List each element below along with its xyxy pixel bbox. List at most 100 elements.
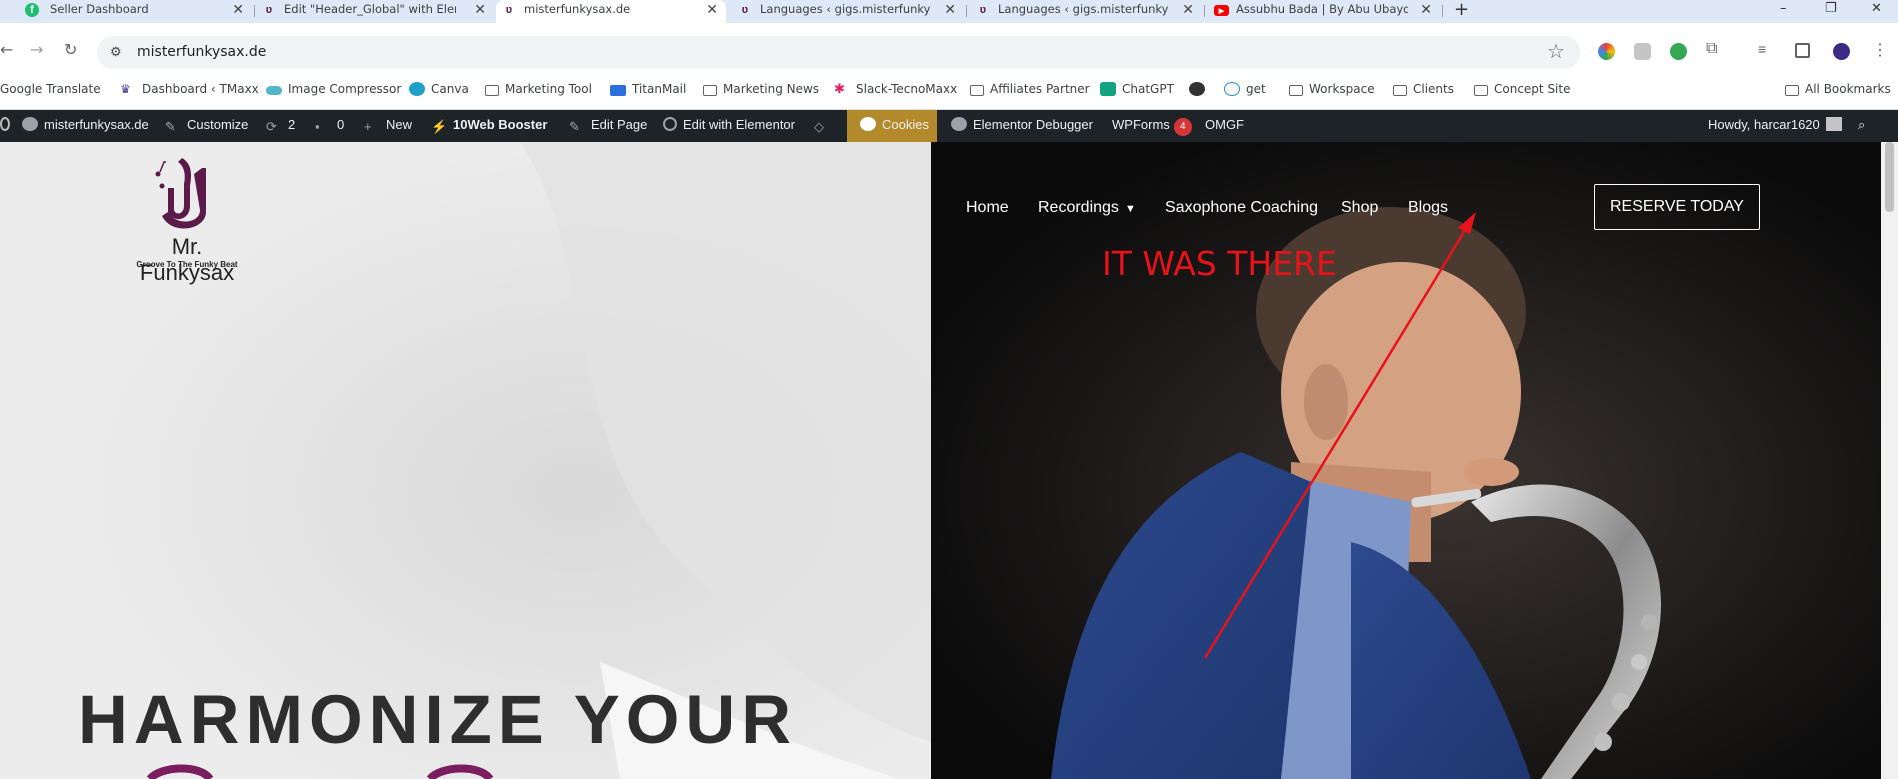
green-extension-icon[interactable] bbox=[1670, 43, 1687, 60]
wp-edit-page[interactable]: ✎ Edit Page bbox=[569, 117, 647, 134]
reserve-today-button[interactable]: RESERVE TODAY bbox=[1594, 184, 1760, 230]
tab-languages-2[interactable]: ʋ Languages ‹ gigs.misterfunkysa ✕ bbox=[970, 0, 1202, 20]
wp-howdy-label: Howdy, harcar1620 bbox=[1708, 117, 1820, 132]
wp-edit-elementor-label: Edit with Elementor bbox=[683, 117, 795, 132]
pencil-icon: ✎ bbox=[569, 119, 580, 134]
brush-icon: ✎ bbox=[165, 119, 176, 134]
wp-updates-count: 2 bbox=[288, 117, 296, 132]
wp-comments[interactable]: ▪ 0 bbox=[315, 117, 344, 134]
bookmark-slack[interactable]: ✱ Slack-TecnoMaxx bbox=[834, 81, 957, 97]
wp-wpforms[interactable]: WPForms 4 bbox=[1112, 117, 1192, 136]
wp-new[interactable]: + New bbox=[364, 117, 412, 134]
bookmark-globe[interactable] bbox=[1189, 81, 1211, 97]
wp-edit-elementor[interactable]: Edit with Elementor bbox=[663, 117, 795, 132]
user-avatar-icon bbox=[1825, 117, 1842, 131]
tab-youtube[interactable]: ▶ Assubhu Bada | By Abu Ubayda ✕ bbox=[1208, 0, 1440, 20]
media-control-icon[interactable]: ≡ bbox=[1758, 41, 1766, 57]
bookmark-clients[interactable]: Clients bbox=[1393, 81, 1454, 97]
all-bookmarks[interactable]: All Bookmarks bbox=[1785, 81, 1891, 97]
new-tab-button[interactable]: + bbox=[1454, 0, 1469, 20]
bookmark-google-translate[interactable]: Google Translate bbox=[0, 81, 101, 97]
site-info-icon[interactable]: ⚙ bbox=[110, 44, 122, 60]
menu-recordings[interactable]: Recordings ▼ bbox=[1038, 199, 1136, 217]
close-icon[interactable]: ✕ bbox=[1182, 1, 1194, 18]
scrollbar-thumb[interactable] bbox=[1885, 142, 1894, 212]
wp-elementor-debugger[interactable]: Elementor Debugger bbox=[951, 117, 1093, 132]
menu-saxophone-coaching[interactable]: Saxophone Coaching bbox=[1165, 199, 1318, 217]
tab-edit-header[interactable]: ʋ Edit "Header_Global" with Elem ✕ bbox=[256, 0, 494, 20]
bookmark-concept-site[interactable]: Concept Site bbox=[1474, 81, 1570, 97]
bookmark-image-compressor[interactable]: Image Compressor bbox=[266, 81, 401, 97]
get-icon bbox=[1224, 82, 1240, 96]
bookmark-marketing-tool[interactable]: Marketing Tool bbox=[485, 81, 592, 97]
info-icon bbox=[951, 117, 967, 131]
menu-home[interactable]: Home bbox=[966, 199, 1009, 217]
wp-diamond[interactable]: ◇ bbox=[814, 117, 836, 134]
elementor-icon bbox=[663, 117, 677, 131]
wp-customize[interactable]: ✎ Customize bbox=[165, 117, 248, 134]
menu-blogs[interactable]: Blogs bbox=[1408, 199, 1448, 217]
close-icon[interactable]: ✕ bbox=[1420, 1, 1432, 18]
back-icon[interactable]: ← bbox=[0, 40, 13, 59]
wp-updates[interactable]: ⟳ 2 bbox=[266, 117, 296, 134]
bookmark-marketing-news[interactable]: Marketing News bbox=[703, 81, 819, 97]
wp-omgf[interactable]: OMGF bbox=[1205, 117, 1244, 132]
bookmark-canva[interactable]: Canva bbox=[409, 81, 469, 97]
tab-seller-dashboard[interactable]: f Seller Dashboard ✕ bbox=[0, 0, 252, 20]
forward-icon[interactable]: → bbox=[30, 40, 43, 59]
close-icon[interactable]: ✕ bbox=[706, 1, 718, 18]
bookmark-tmaxx[interactable]: ♛ Dashboard ‹ TMaxx bbox=[120, 81, 259, 97]
close-icon[interactable]: ✕ bbox=[232, 1, 244, 18]
bookmark-affiliates[interactable]: Affiliates Partner bbox=[970, 81, 1090, 97]
menu-kebab-icon[interactable]: ⋮ bbox=[1872, 40, 1888, 60]
fiverr-icon: f bbox=[25, 3, 39, 17]
wp-search-icon[interactable]: ⌕ bbox=[1858, 117, 1865, 133]
tab-label: Languages ‹ gigs.misterfunkysa bbox=[998, 2, 1168, 16]
hero-right-pane bbox=[931, 142, 1881, 779]
wordpress-logo-icon[interactable] bbox=[0, 117, 16, 132]
tab-misterfunkysax[interactable]: ʋ misterfunkysax.de ✕ bbox=[496, 0, 726, 23]
extension-icon[interactable] bbox=[1634, 43, 1651, 60]
close-window-button[interactable]: ✕ bbox=[1871, 1, 1882, 16]
bookmark-get[interactable]: get bbox=[1224, 81, 1266, 97]
colorpicker-extension-icon[interactable] bbox=[1598, 43, 1615, 60]
close-icon[interactable]: ✕ bbox=[474, 1, 486, 18]
wp-site-name[interactable]: misterfunkysax.de bbox=[22, 117, 149, 132]
tab-divider bbox=[966, 5, 967, 17]
tab-label: Seller Dashboard bbox=[50, 2, 149, 16]
minimize-button[interactable]: – bbox=[1780, 1, 1787, 16]
bookmark-workspace[interactable]: Workspace bbox=[1289, 81, 1375, 97]
site-icon: ʋ bbox=[265, 4, 273, 16]
diamond-icon: ◇ bbox=[814, 119, 824, 134]
restore-button[interactable]: ❐ bbox=[1825, 1, 1837, 16]
address-bar[interactable] bbox=[97, 36, 1580, 69]
url-text[interactable]: misterfunkysax.de bbox=[137, 44, 266, 60]
side-panel-icon[interactable] bbox=[1795, 43, 1810, 58]
menu-shop[interactable]: Shop bbox=[1341, 199, 1378, 217]
wp-booster-label: 10Web Booster bbox=[453, 117, 548, 132]
page-scrollbar[interactable] bbox=[1881, 142, 1898, 779]
cloud-icon bbox=[266, 86, 282, 95]
wp-10web-booster[interactable]: ⚡ 10Web Booster bbox=[431, 117, 548, 134]
screen: f Seller Dashboard ✕ ʋ Edit "Header_Glob… bbox=[0, 0, 1898, 779]
bookmark-titanmail[interactable]: TitanMail bbox=[610, 81, 686, 97]
tab-label: Assubhu Bada | By Abu Ubayda bbox=[1236, 2, 1408, 16]
site-logo-icon[interactable] bbox=[150, 154, 220, 232]
wp-cookies[interactable]: Cookies bbox=[860, 117, 929, 132]
booster-icon: ⚡ bbox=[431, 119, 448, 134]
reload-icon[interactable]: ↻ bbox=[64, 40, 77, 59]
tmaxx-icon: ♛ bbox=[120, 82, 131, 96]
wp-howdy[interactable]: Howdy, harcar1620 bbox=[1708, 117, 1848, 132]
hero-title: HARMONIZE YOUR bbox=[78, 681, 798, 758]
comment-icon: ▪ bbox=[315, 119, 320, 134]
bookmark-label: Google Translate bbox=[0, 82, 101, 96]
tab-languages-1[interactable]: ʋ Languages ‹ gigs.misterfunkysa ✕ bbox=[732, 0, 964, 20]
chatgpt-icon bbox=[1100, 82, 1116, 96]
profile-avatar[interactable] bbox=[1833, 43, 1850, 60]
bookmark-star-icon[interactable]: ☆ bbox=[1547, 39, 1565, 64]
close-icon[interactable]: ✕ bbox=[944, 1, 956, 18]
extensions-puzzle-icon[interactable]: ⧉ bbox=[1706, 40, 1717, 58]
bookmark-label: Dashboard ‹ TMaxx bbox=[142, 82, 259, 96]
youtube-icon: ▶ bbox=[1214, 5, 1229, 16]
bookmark-chatgpt[interactable]: ChatGPT bbox=[1100, 81, 1174, 97]
